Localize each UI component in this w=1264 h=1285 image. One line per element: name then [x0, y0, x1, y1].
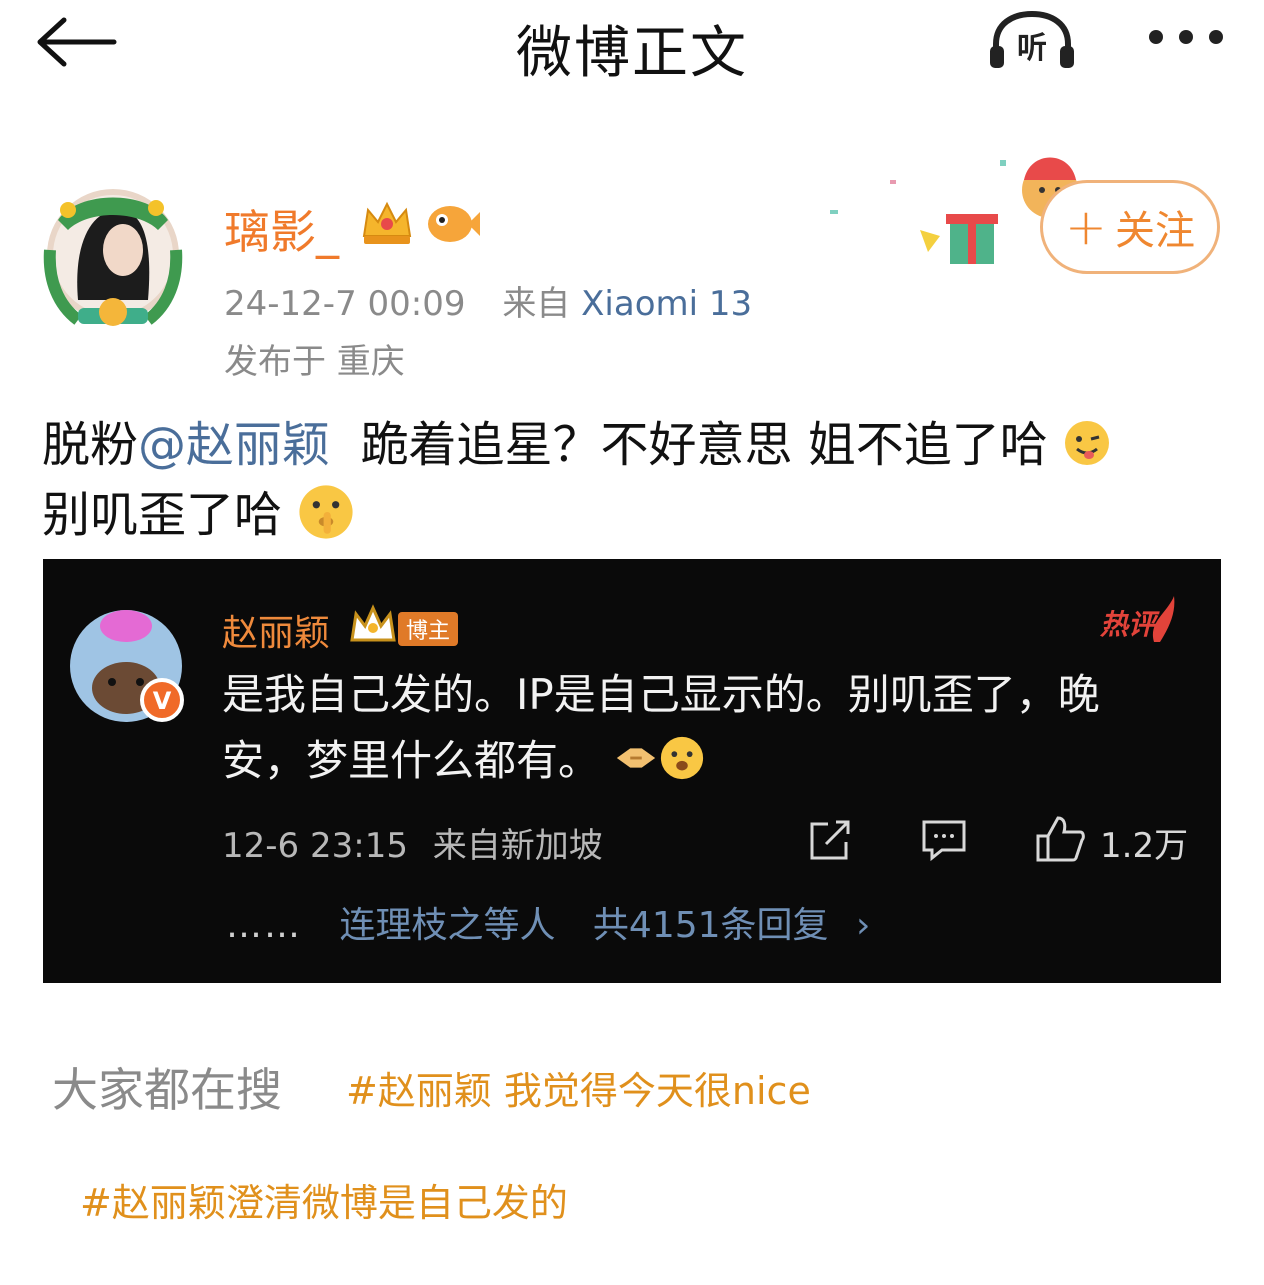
comment-icon[interactable] [920, 818, 968, 862]
trending-search-label: 大家都在搜 [52, 1063, 282, 1117]
more-options-icon[interactable] [1146, 22, 1226, 52]
crown-icon [350, 604, 396, 642]
commenter-avatar[interactable]: V [68, 608, 186, 726]
like-icon[interactable] [1034, 814, 1086, 864]
like-count: 1.2万 [1100, 826, 1189, 866]
hot-tag-text: 热评 [1099, 608, 1160, 641]
follow-button[interactable]: + 关注 [1040, 180, 1220, 274]
post-device[interactable]: Xiaomi 13 [581, 284, 752, 324]
post-location: 发布于 重庆 [224, 342, 405, 382]
comment-text: 是我自己发的。IP是自己显示的。别叽歪了，晚安，梦里什么都有。 [222, 662, 1182, 794]
mention-link[interactable]: @赵丽颖 [138, 417, 330, 473]
vip-crown-icon [362, 201, 412, 244]
plus-icon: + [1065, 198, 1107, 256]
comment-time: 12-6 23:15 [222, 826, 408, 866]
reply-dots: …… [226, 905, 302, 946]
share-icon[interactable] [806, 818, 852, 862]
post-meta: 24-12-7 00:09 来自 Xiaomi 13 [224, 276, 752, 325]
fish-badge-icon [428, 206, 480, 242]
trending-tag[interactable]: #赵丽颖澄清微博是自己发的 [80, 1172, 568, 1227]
post-text-start: 脱粉 [42, 417, 139, 473]
author-avatar[interactable] [38, 180, 188, 330]
comment-meta: 12-6 23:15 来自新加坡 [222, 818, 603, 867]
trending-tag[interactable]: #赵丽颖 我觉得今天很nice [346, 1060, 811, 1115]
listen-label: 听 [1017, 31, 1047, 66]
listen-button[interactable]: 听 [986, 10, 1078, 72]
hot-comment-tag-icon: 热评 [1099, 596, 1175, 642]
reply-count: 共4151条回复 [592, 905, 829, 946]
handshake-emoji-icon [617, 748, 656, 768]
author-name[interactable]: 璃影_ [224, 196, 339, 262]
follow-label: 关注 [1114, 208, 1195, 254]
tongue-wink-emoji-icon [1065, 421, 1110, 465]
face-emoji-icon [661, 736, 704, 780]
view-replies-link[interactable]: …… 连理枝之等人 共4151条回复 › [226, 896, 870, 948]
post-text-line2: 别叽歪了哈 [42, 487, 283, 543]
post-content: 脱粉@赵丽颖 跪着追星？不好意思 姐不追了哈 别叽歪了哈 [42, 410, 1222, 550]
source-prefix: 来自 [502, 284, 571, 324]
post-date: 24-12-7 00:09 [224, 284, 466, 324]
svg-text:V: V [153, 687, 172, 715]
author-role-badge: 博主 [398, 612, 458, 646]
commenter-name[interactable]: 赵丽颖 [222, 604, 330, 656]
chevron-right-icon: › [856, 905, 871, 946]
shush-emoji-icon [299, 485, 353, 539]
comment-source: 来自新加坡 [432, 826, 603, 866]
post-text-rest: 跪着追星？不好意思 姐不追了哈 [330, 417, 1048, 473]
headphones-icon: 听 [990, 10, 1074, 68]
reply-users: 连理枝之等人 [339, 905, 556, 946]
